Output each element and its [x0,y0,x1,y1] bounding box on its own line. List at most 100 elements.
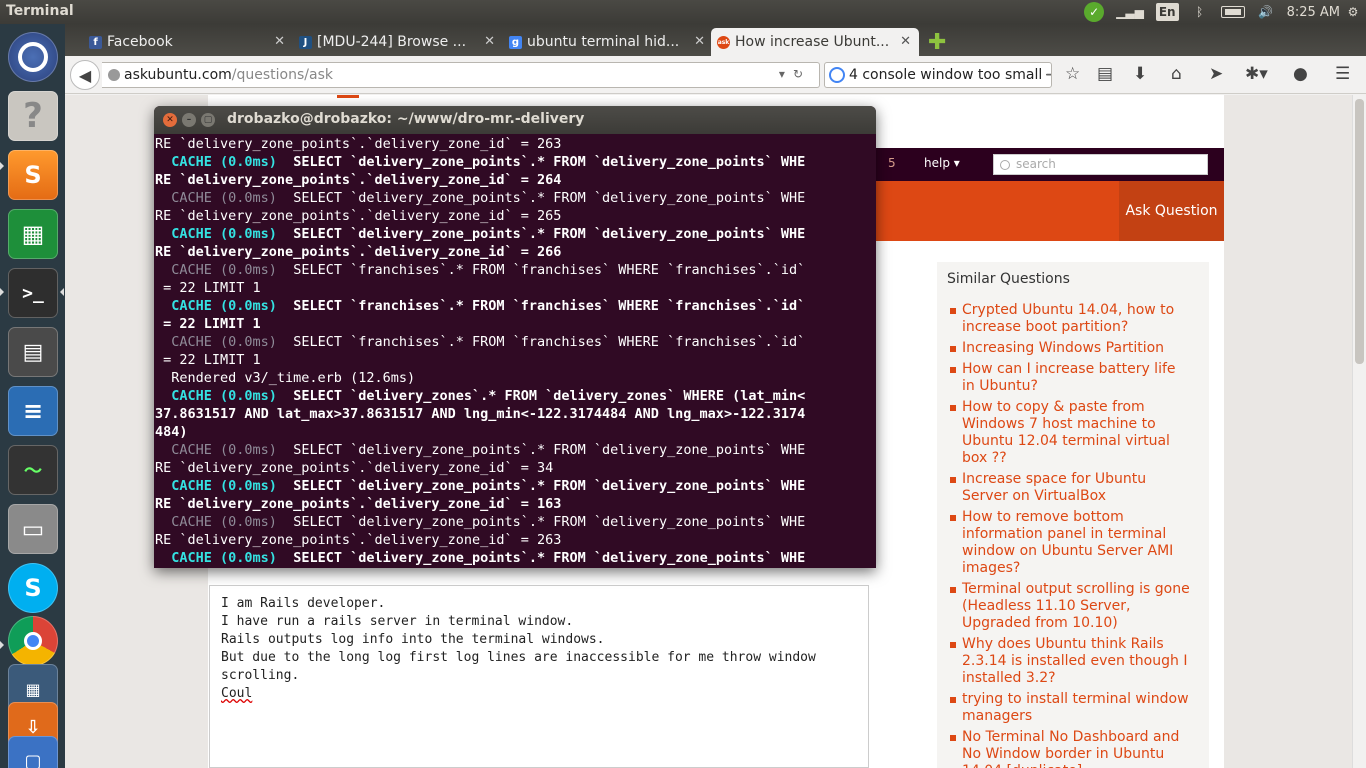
downloads-arrow-icon[interactable]: ⬇ [1133,64,1147,84]
terminal-text-segment: SELECT `delivery_zones`.* FROM `delivery… [276,388,806,404]
files-icon[interactable]: ▢ [8,736,58,768]
tab-close-icon[interactable]: ✕ [694,34,705,49]
scrollbar-thumb[interactable] [1355,99,1364,364]
window-minimize-icon[interactable]: – [182,113,196,127]
editor-line: Coul [221,686,253,701]
google-search-engine-icon[interactable] [829,67,845,83]
send-tab-icon[interactable]: ➤ [1209,64,1223,84]
editor-line: But due to the long log first log lines … [221,650,816,665]
bluetooth-icon[interactable]: ᛒ [1191,3,1209,21]
chrome-icon[interactable] [8,616,58,666]
tab-jira[interactable]: J [MDU-244] Browse ... ✕ [293,28,503,56]
home-icon[interactable]: ⌂ [1171,64,1182,84]
terminal-line: = 22 LIMIT 1 [155,351,876,369]
tab-close-icon[interactable]: ✕ [274,34,285,49]
window-close-icon[interactable]: ✕ [163,113,177,127]
terminal-line: CACHE (0.0ms) SELECT `delivery_zone_poin… [155,513,876,531]
calculator-icon[interactable]: ▤ [8,327,58,377]
terminal-line: RE `delivery_zone_points`.`delivery_zone… [155,459,876,477]
url-path: /questions/ask [231,67,333,83]
page-scrollbar[interactable] [1352,95,1366,768]
tab-close-icon[interactable]: ✕ [900,34,911,49]
file-archiver-icon[interactable]: ▭ [8,504,58,554]
tab-label: ubuntu terminal hid... [527,34,680,50]
terminal-output[interactable]: RE `delivery_zone_points`.`delivery_zone… [155,135,876,568]
reload-icon[interactable]: ▾↻ [779,67,811,81]
system-monitor-icon[interactable]: 〜 [8,445,58,495]
terminal-line: CACHE (0.0ms) SELECT `delivery_zone_poin… [155,189,876,207]
terminal-text-segment: SELECT `delivery_zone_points`.* FROM `de… [276,514,806,530]
top-panel: Terminal ✓ ▁▃▅ En ᛒ 🔊 8:25 AM ⚙ [0,0,1366,24]
chat-bubble-icon[interactable]: ● [1293,64,1308,84]
reputation-count[interactable]: 5 [888,156,896,170]
keyboard-layout-indicator[interactable]: En [1155,3,1179,21]
terminal-title-bar[interactable]: ✕ – ▢ drobazko@drobazko: ~/www/dro-mr.-d… [154,106,876,134]
editor-line: I am Rails developer. [221,596,386,611]
clock[interactable]: 8:25 AM [1287,5,1340,20]
similar-question-link[interactable]: Increasing Windows Partition [950,340,1190,357]
search-go-arrow-icon[interactable]: ➜ [1045,67,1051,83]
terminal-line: CACHE (0.0ms) SELECT `delivery_zone_poin… [155,225,876,243]
question-body-editor[interactable]: I am Rails developer. I have run a rails … [209,585,869,768]
terminal-icon[interactable]: >_ [8,268,58,318]
terminal-line: RE `delivery_zone_points`.`delivery_zone… [155,243,876,261]
back-arrow-icon[interactable]: ◀ [70,60,100,90]
battery-icon[interactable] [1220,6,1245,18]
new-tab-plus-icon[interactable]: ✚ [928,30,946,55]
update-check-icon[interactable]: ✓ [1084,2,1105,22]
libreoffice-calc-icon[interactable]: ▦ [8,209,58,259]
help-menu[interactable]: help ▾ [924,156,960,170]
tab-google-search[interactable]: g ubuntu terminal hid... ✕ [503,28,713,56]
similar-question-link[interactable]: How can I increase battery life in Ubunt… [950,361,1190,395]
power-gear-icon[interactable]: ⚙ [1344,3,1362,21]
addon-puzzle-icon[interactable]: ✱▾ [1245,64,1268,84]
tab-askubuntu[interactable]: ask How increase Ubunt... ✕ [711,28,919,56]
terminal-text-segment: SELECT `franchises`.* FROM `franchises` … [276,298,806,314]
terminal-line: CACHE (0.0ms) SELECT `delivery_zone_poin… [155,153,876,171]
help-icon[interactable]: ? [8,91,58,141]
askubuntu-banner: Ask Question [876,181,1224,241]
similar-question-link[interactable]: How to copy & paste from Windows 7 host … [950,399,1190,467]
similar-question-link[interactable]: Crypted Ubuntu 14.04, how to increase bo… [950,302,1190,336]
search-bar[interactable]: 4 console window too small ➜ [824,62,1052,88]
url-bar[interactable]: askubuntu.com/questions/ask ▾↻ [102,62,820,88]
ubuntu-dash-icon[interactable] [8,32,58,82]
ask-question-button[interactable]: Ask Question [1119,181,1224,241]
similar-question-link[interactable]: How to remove bottom information panel i… [950,509,1190,577]
skype-icon[interactable]: S [8,563,58,613]
similar-question-link[interactable]: Why does Ubuntu think Rails 2.3.14 is in… [950,636,1190,687]
sublime-text-icon[interactable]: S [8,150,58,200]
site-search-input[interactable]: search [993,154,1208,175]
terminal-window[interactable]: ✕ – ▢ drobazko@drobazko: ~/www/dro-mr.-d… [154,106,876,568]
similar-question-link[interactable]: trying to install terminal window manage… [950,691,1190,725]
libreoffice-writer-icon[interactable]: ≡ [8,386,58,436]
similar-question-link[interactable]: Terminal output scrolling is gone (Headl… [950,581,1190,632]
terminal-text-segment: 37.8631517 AND lat_max>37.8631517 AND ln… [155,406,806,422]
similar-questions-sidebar: Similar Questions Crypted Ubuntu 14.04, … [937,262,1209,768]
askubuntu-topbar: 5 help ▾ search [876,148,1224,181]
facebook-favicon-icon: f [89,36,102,49]
volume-icon[interactable]: 🔊 [1257,3,1275,21]
tab-close-icon[interactable]: ✕ [484,34,495,49]
network-icon[interactable]: ▁▃▅ [1116,3,1144,21]
terminal-text-segment: SELECT `delivery_zone_points`.* FROM `de… [276,442,806,458]
hamburger-menu-icon[interactable]: ☰ [1335,64,1350,84]
terminal-line: = 22 LIMIT 1 [155,279,876,297]
tab-indicator [337,95,359,98]
tab-facebook[interactable]: f Facebook ✕ [83,28,293,56]
similar-question-link[interactable]: Increase space for Ubuntu Server on Virt… [950,471,1190,505]
similar-question-link[interactable]: No Terminal No Dashboard and No Window b… [950,729,1190,768]
terminal-line: RE `delivery_zone_points`.`delivery_zone… [155,207,876,225]
terminal-line: CACHE (0.0ms) SELECT `delivery_zone_poin… [155,441,876,459]
bookmark-star-icon[interactable]: ☆ [1065,64,1080,84]
terminal-text-segment: RE `delivery_zone_points`.`delivery_zone… [155,460,554,476]
jira-favicon-icon: J [299,36,312,49]
window-maximize-icon[interactable]: ▢ [201,113,215,127]
editor-line: I have run a rails server in terminal wi… [221,614,574,629]
reading-list-icon[interactable]: ▤ [1097,64,1113,84]
terminal-text-segment: RE `delivery_zone_points`.`delivery_zone… [155,208,562,224]
